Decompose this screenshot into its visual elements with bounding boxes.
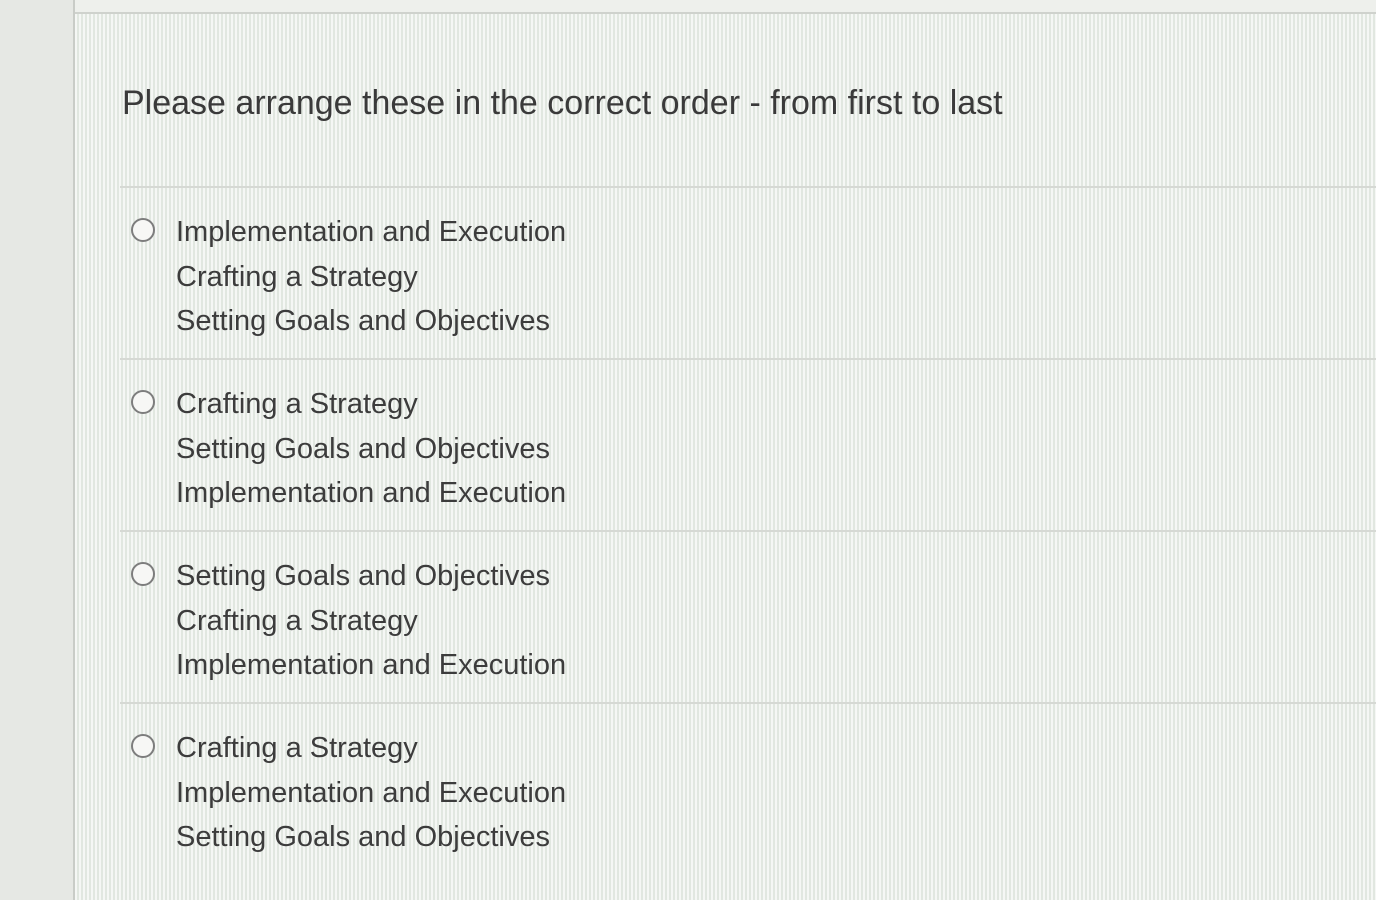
question-text: Please arrange these in the correct orde…	[122, 84, 1003, 122]
radio-button-1[interactable]	[131, 218, 155, 242]
option-1-text: Implementation and Execution Crafting a …	[176, 210, 566, 344]
option-4-text: Crafting a Strategy Implementation and E…	[176, 726, 566, 860]
answer-option-3[interactable]: Setting Goals and Objectives Crafting a …	[120, 530, 1376, 702]
option-line: Setting Goals and Objectives	[176, 305, 550, 337]
radio-button-2[interactable]	[131, 390, 155, 414]
left-margin	[0, 0, 75, 900]
option-line: Crafting a Strategy	[176, 260, 418, 293]
radio-button-4[interactable]	[131, 734, 155, 758]
answer-option-1[interactable]: Implementation and Execution Crafting a …	[120, 186, 1376, 358]
option-line: Crafting a Strategy	[176, 388, 418, 420]
option-line: Implementation and Execution	[176, 649, 567, 681]
answer-options: Implementation and Execution Crafting a …	[120, 186, 1376, 874]
answer-option-4[interactable]: Crafting a Strategy Implementation and E…	[120, 702, 1376, 874]
option-3-text: Setting Goals and Objectives Crafting a …	[176, 554, 566, 688]
option-line: Crafting a Strategy	[176, 732, 418, 764]
option-line: Setting Goals and Objectives	[176, 432, 550, 465]
option-line: Implementation and Execution	[176, 216, 567, 248]
option-line: Setting Goals and Objectives	[176, 821, 550, 853]
option-line: Implementation and Execution	[176, 776, 567, 809]
answer-option-2[interactable]: Crafting a Strategy Setting Goals and Ob…	[120, 358, 1376, 530]
option-line: Crafting a Strategy	[176, 604, 418, 637]
option-line: Implementation and Execution	[176, 477, 567, 509]
option-line: Setting Goals and Objectives	[176, 560, 550, 592]
option-2-text: Crafting a Strategy Setting Goals and Ob…	[176, 382, 566, 516]
radio-button-3[interactable]	[131, 562, 155, 586]
